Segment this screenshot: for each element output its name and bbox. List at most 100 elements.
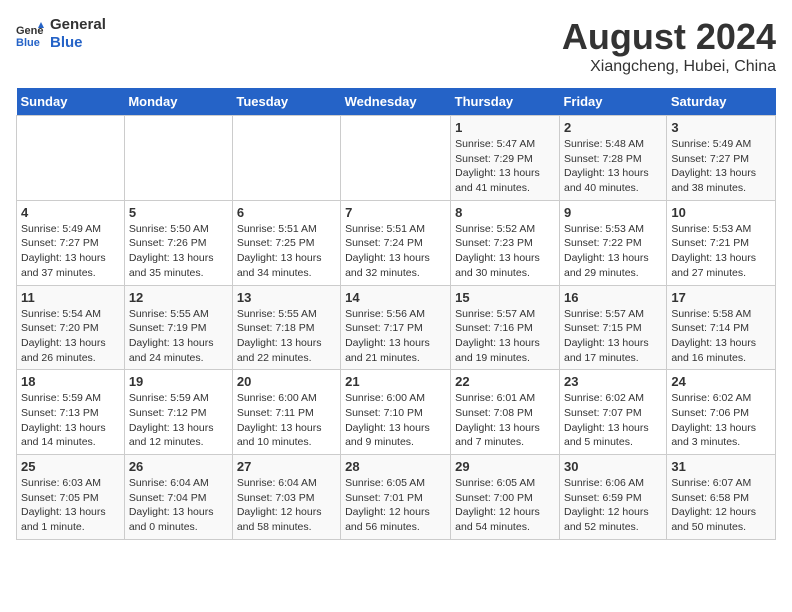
day-info: Sunrise: 6:00 AM Sunset: 7:10 PM Dayligh… [345,391,446,450]
col-header-friday: Friday [559,88,666,116]
calendar-cell: 29 Sunrise: 6:05 AM Sunset: 7:00 PM Dayli… [451,455,560,540]
calendar-cell: 30 Sunrise: 6:06 AM Sunset: 6:59 PM Dayli… [559,455,666,540]
calendar-cell: 17 Sunrise: 5:58 AM Sunset: 7:14 PM Dayli… [667,285,776,370]
calendar-cell: 4 Sunrise: 5:49 AM Sunset: 7:27 PM Daylig… [17,200,125,285]
logo-line2: Blue [50,34,106,52]
col-header-sunday: Sunday [17,88,125,116]
calendar-cell: 3 Sunrise: 5:49 AM Sunset: 7:27 PM Daylig… [667,116,776,201]
day-number: 18 [21,374,120,389]
calendar-cell: 11Sunrise: 5:54 AM Sunset: 7:20 PM Dayli… [17,285,125,370]
logo: General Blue General Blue [16,16,106,52]
day-info: Sunrise: 5:55 AM Sunset: 7:19 PM Dayligh… [129,307,228,366]
day-info: Sunrise: 5:59 AM Sunset: 7:13 PM Dayligh… [21,391,120,450]
calendar-cell: 14 Sunrise: 5:56 AM Sunset: 7:17 PM Dayli… [341,285,451,370]
calendar-cell: 6 Sunrise: 5:51 AM Sunset: 7:25 PM Daylig… [232,200,340,285]
day-info: Sunrise: 5:50 AM Sunset: 7:26 PM Dayligh… [129,222,228,281]
col-header-monday: Monday [124,88,232,116]
day-number: 12 [129,290,228,305]
day-info: Sunrise: 5:51 AM Sunset: 7:25 PM Dayligh… [237,222,336,281]
calendar-cell: 16 Sunrise: 5:57 AM Sunset: 7:15 PM Dayli… [559,285,666,370]
day-number: 8 [455,205,555,220]
svg-text:Blue: Blue [16,37,40,48]
calendar-cell: 23Sunrise: 6:02 AM Sunset: 7:07 PM Dayli… [559,370,666,455]
calendar-cell: 24 Sunrise: 6:02 AM Sunset: 7:06 PM Dayli… [667,370,776,455]
day-info: Sunrise: 5:56 AM Sunset: 7:17 PM Dayligh… [345,307,446,366]
calendar-cell: 10 Sunrise: 5:53 AM Sunset: 7:21 PM Dayli… [667,200,776,285]
calendar-cell: 19 Sunrise: 5:59 AM Sunset: 7:12 PM Dayli… [124,370,232,455]
day-info: Sunrise: 6:07 AM Sunset: 6:58 PM Dayligh… [671,476,771,535]
calendar-cell: 8 Sunrise: 5:52 AM Sunset: 7:23 PM Daylig… [451,200,560,285]
page-header: General Blue General Blue August 2024 Xi… [16,16,776,76]
logo-icon: General Blue [16,20,44,48]
calendar-cell [17,116,125,201]
day-number: 27 [237,459,336,474]
day-info: Sunrise: 5:48 AM Sunset: 7:28 PM Dayligh… [564,137,662,196]
calendar-cell: 28 Sunrise: 6:05 AM Sunset: 7:01 PM Dayli… [341,455,451,540]
day-info: Sunrise: 6:05 AM Sunset: 7:01 PM Dayligh… [345,476,446,535]
day-number: 28 [345,459,446,474]
main-title: August 2024 [562,16,776,58]
day-number: 1 [455,120,555,135]
day-info: Sunrise: 6:05 AM Sunset: 7:00 PM Dayligh… [455,476,555,535]
day-info: Sunrise: 6:01 AM Sunset: 7:08 PM Dayligh… [455,391,555,450]
col-header-thursday: Thursday [451,88,560,116]
calendar-cell: 15Sunrise: 5:57 AM Sunset: 7:16 PM Dayli… [451,285,560,370]
day-number: 24 [671,374,771,389]
day-number: 4 [21,205,120,220]
calendar-cell [232,116,340,201]
day-number: 6 [237,205,336,220]
calendar-cell: 27Sunrise: 6:04 AM Sunset: 7:03 PM Dayli… [232,455,340,540]
day-number: 10 [671,205,771,220]
day-info: Sunrise: 5:47 AM Sunset: 7:29 PM Dayligh… [455,137,555,196]
day-info: Sunrise: 6:02 AM Sunset: 7:06 PM Dayligh… [671,391,771,450]
day-number: 7 [345,205,446,220]
day-info: Sunrise: 5:53 AM Sunset: 7:21 PM Dayligh… [671,222,771,281]
day-number: 26 [129,459,228,474]
day-number: 30 [564,459,662,474]
day-number: 21 [345,374,446,389]
day-info: Sunrise: 5:58 AM Sunset: 7:14 PM Dayligh… [671,307,771,366]
day-number: 2 [564,120,662,135]
calendar-cell: 5 Sunrise: 5:50 AM Sunset: 7:26 PM Daylig… [124,200,232,285]
day-number: 31 [671,459,771,474]
calendar-cell: 22Sunrise: 6:01 AM Sunset: 7:08 PM Dayli… [451,370,560,455]
day-number: 20 [237,374,336,389]
day-number: 14 [345,290,446,305]
day-info: Sunrise: 5:51 AM Sunset: 7:24 PM Dayligh… [345,222,446,281]
calendar-cell: 7 Sunrise: 5:51 AM Sunset: 7:24 PM Daylig… [341,200,451,285]
day-number: 15 [455,290,555,305]
day-number: 29 [455,459,555,474]
calendar-cell [124,116,232,201]
day-info: Sunrise: 5:54 AM Sunset: 7:20 PM Dayligh… [21,307,120,366]
day-info: Sunrise: 6:00 AM Sunset: 7:11 PM Dayligh… [237,391,336,450]
calendar-cell: 18 Sunrise: 5:59 AM Sunset: 7:13 PM Dayli… [17,370,125,455]
day-number: 5 [129,205,228,220]
day-info: Sunrise: 6:06 AM Sunset: 6:59 PM Dayligh… [564,476,662,535]
day-number: 23 [564,374,662,389]
day-info: Sunrise: 6:03 AM Sunset: 7:05 PM Dayligh… [21,476,120,535]
calendar-cell: 9 Sunrise: 5:53 AM Sunset: 7:22 PM Daylig… [559,200,666,285]
day-number: 17 [671,290,771,305]
day-info: Sunrise: 5:52 AM Sunset: 7:23 PM Dayligh… [455,222,555,281]
day-info: Sunrise: 5:49 AM Sunset: 7:27 PM Dayligh… [671,137,771,196]
calendar-cell [341,116,451,201]
day-number: 3 [671,120,771,135]
day-number: 9 [564,205,662,220]
calendar-cell: 26Sunrise: 6:04 AM Sunset: 7:04 PM Dayli… [124,455,232,540]
col-header-saturday: Saturday [667,88,776,116]
day-number: 16 [564,290,662,305]
col-header-wednesday: Wednesday [341,88,451,116]
day-info: Sunrise: 5:59 AM Sunset: 7:12 PM Dayligh… [129,391,228,450]
calendar-cell: 20 Sunrise: 6:00 AM Sunset: 7:11 PM Dayli… [232,370,340,455]
col-header-tuesday: Tuesday [232,88,340,116]
calendar-cell: 12 Sunrise: 5:55 AM Sunset: 7:19 PM Dayli… [124,285,232,370]
logo-line1: General [50,16,106,34]
day-info: Sunrise: 5:53 AM Sunset: 7:22 PM Dayligh… [564,222,662,281]
day-number: 25 [21,459,120,474]
title-block: August 2024 Xiangcheng, Hubei, China [562,16,776,76]
day-info: Sunrise: 5:57 AM Sunset: 7:15 PM Dayligh… [564,307,662,366]
day-info: Sunrise: 5:49 AM Sunset: 7:27 PM Dayligh… [21,222,120,281]
calendar-cell: 21 Sunrise: 6:00 AM Sunset: 7:10 PM Dayli… [341,370,451,455]
day-info: Sunrise: 5:55 AM Sunset: 7:18 PM Dayligh… [237,307,336,366]
day-number: 19 [129,374,228,389]
